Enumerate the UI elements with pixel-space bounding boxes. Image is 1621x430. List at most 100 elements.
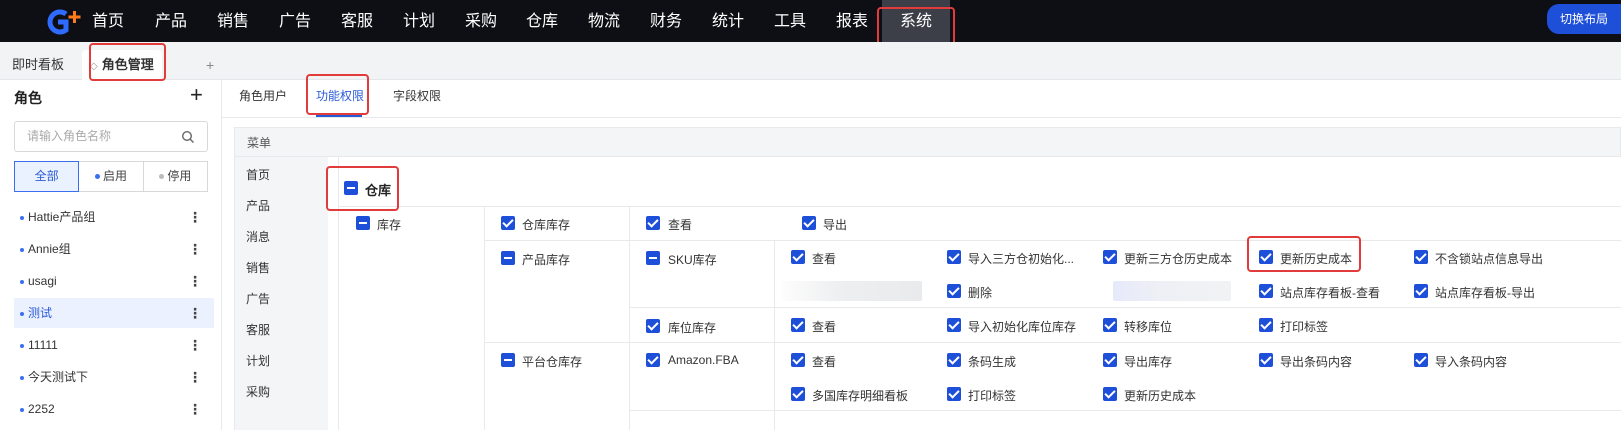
perm-label: 导出库存: [1124, 355, 1173, 369]
status-dot-icon: [20, 247, 24, 252]
role-item-selected[interactable]: 测试 ⋮: [14, 298, 214, 328]
role-item[interactable]: 11111 ⋮: [14, 330, 214, 360]
tab-field-permissions[interactable]: 字段权限: [393, 86, 441, 106]
tab-role-management[interactable]: ◇ 角色管理: [82, 50, 162, 80]
menu-item-ads[interactable]: 广告: [246, 290, 270, 307]
perm-label: 打印标签: [968, 389, 1017, 403]
warehouse-stock-label: 仓库库存: [522, 218, 571, 232]
perm-label: 更新历史成本: [1124, 389, 1197, 403]
menu-item-product[interactable]: 产品: [246, 197, 270, 214]
platform-stock-checkbox[interactable]: [501, 353, 515, 367]
perm-checkbox[interactable]: [1259, 353, 1273, 367]
more-icon[interactable]: ⋮: [188, 362, 202, 392]
perm-checkbox[interactable]: [1414, 353, 1428, 367]
status-dot-icon: [20, 279, 24, 284]
grid-line: [484, 342, 1621, 343]
perm-checkbox[interactable]: [947, 353, 961, 367]
perm-label: 不含锁站点信息导出: [1435, 252, 1544, 266]
menu-header: 菜单: [234, 127, 1621, 157]
location-stock-checkbox[interactable]: [646, 319, 660, 333]
perm-checkbox[interactable]: [646, 216, 660, 230]
nav-home[interactable]: 首页: [84, 0, 132, 42]
nav-purchase[interactable]: 采购: [457, 0, 505, 42]
menu-item-sales[interactable]: 销售: [246, 259, 270, 276]
filter-disabled[interactable]: 停用: [143, 161, 208, 192]
grid-line: [484, 240, 1621, 241]
perm-checkbox[interactable]: [947, 318, 961, 332]
perm-checkbox[interactable]: [947, 284, 961, 298]
perm-checkbox[interactable]: [1259, 250, 1273, 264]
sku-stock-checkbox[interactable]: [646, 251, 660, 265]
switch-layout-button[interactable]: 切换布局: [1547, 4, 1621, 34]
section-checkbox[interactable]: [344, 181, 358, 195]
page-tabbar: 即时看板 ◇ 角色管理 +: [0, 42, 1621, 80]
nav-warehouse[interactable]: 仓库: [518, 0, 566, 42]
status-dot-icon: [20, 215, 24, 220]
warehouse-stock-checkbox[interactable]: [501, 216, 515, 230]
more-icon[interactable]: ⋮: [188, 202, 202, 232]
grid-line: [629, 307, 1621, 308]
nav-sales[interactable]: 销售: [209, 0, 257, 42]
nav-service[interactable]: 客服: [333, 0, 381, 42]
add-tab-icon[interactable]: +: [206, 50, 214, 80]
search-icon[interactable]: [181, 130, 195, 144]
role-item[interactable]: Annie组 ⋮: [14, 234, 214, 264]
nav-product[interactable]: 产品: [147, 0, 195, 42]
menu-item-purchase[interactable]: 采购: [246, 383, 270, 400]
nav-plan[interactable]: 计划: [395, 0, 443, 42]
perm-checkbox[interactable]: [791, 318, 805, 332]
perm-checkbox[interactable]: [1103, 318, 1117, 332]
more-icon[interactable]: ⋮: [188, 394, 202, 424]
pin-icon: ◇: [90, 61, 98, 72]
location-stock-label: 库位库存: [668, 321, 717, 335]
nav-tools[interactable]: 工具: [766, 0, 814, 42]
perm-label: 转移库位: [1124, 320, 1173, 334]
menu-item-service[interactable]: 客服: [246, 321, 270, 338]
nav-ads[interactable]: 广告: [271, 0, 319, 42]
amazon-fba-checkbox[interactable]: [646, 353, 660, 367]
perm-checkbox[interactable]: [947, 387, 961, 401]
filter-all[interactable]: 全部: [14, 161, 80, 192]
perm-checkbox[interactable]: [1103, 250, 1117, 264]
role-name: Hattie产品组: [28, 210, 96, 224]
more-icon[interactable]: ⋮: [188, 298, 202, 328]
perm-label: 导出条码内容: [1280, 355, 1353, 369]
nav-stats[interactable]: 统计: [704, 0, 752, 42]
group-checkbox[interactable]: [356, 216, 370, 230]
nav-finance[interactable]: 财务: [642, 0, 690, 42]
perm-checkbox[interactable]: [947, 250, 961, 264]
perm-checkbox[interactable]: [791, 250, 805, 264]
nav-logistics[interactable]: 物流: [580, 0, 628, 42]
perm-checkbox[interactable]: [802, 216, 816, 230]
perm-checkbox[interactable]: [1103, 387, 1117, 401]
perm-checkbox[interactable]: [1259, 318, 1273, 332]
menu-item-home[interactable]: 首页: [246, 166, 270, 183]
role-search[interactable]: [14, 121, 208, 152]
more-icon[interactable]: ⋮: [188, 234, 202, 264]
grid-line: [774, 240, 775, 430]
menu-item-plan[interactable]: 计划: [246, 352, 270, 369]
perm-checkbox[interactable]: [1414, 250, 1428, 264]
menu-item-message[interactable]: 消息: [246, 228, 270, 245]
tab-role-users[interactable]: 角色用户: [239, 86, 287, 106]
role-item[interactable]: usagi ⋮: [14, 266, 214, 296]
role-item[interactable]: 今天测试下 ⋮: [14, 362, 214, 392]
add-role-icon[interactable]: +: [190, 82, 203, 108]
role-item[interactable]: 2252 ⋮: [14, 394, 214, 424]
perm-checkbox[interactable]: [1414, 284, 1428, 298]
nav-reports[interactable]: 报表: [828, 0, 876, 42]
more-icon[interactable]: ⋮: [188, 330, 202, 360]
filter-enabled[interactable]: 启用: [79, 161, 144, 192]
perm-checkbox[interactable]: [1259, 284, 1273, 298]
tab-dashboard[interactable]: 即时看板: [12, 50, 64, 80]
perm-checkbox[interactable]: [1103, 353, 1117, 367]
top-navbar: 首页 产品 销售 广告 客服 计划 采购 仓库 物流 财务 统计 工具 报表 系…: [0, 0, 1621, 42]
more-icon[interactable]: ⋮: [188, 266, 202, 296]
tab-function-permissions[interactable]: 功能权限: [316, 86, 364, 106]
perm-checkbox[interactable]: [791, 387, 805, 401]
perm-checkbox[interactable]: [791, 353, 805, 367]
role-item[interactable]: Hattie产品组 ⋮: [14, 202, 214, 232]
role-search-input[interactable]: [27, 129, 177, 143]
nav-system[interactable]: 系统: [882, 0, 951, 42]
product-stock-checkbox[interactable]: [501, 251, 515, 265]
